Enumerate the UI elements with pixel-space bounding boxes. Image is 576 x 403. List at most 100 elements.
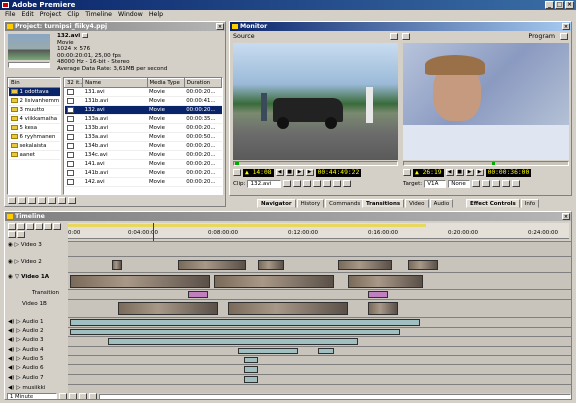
bin-item[interactable]: sekalaista	[8, 141, 60, 151]
bin-column-header[interactable]: Bin	[8, 78, 60, 88]
delete-icon[interactable]	[68, 197, 76, 204]
target-video-select[interactable]: V1A	[424, 179, 447, 188]
clip-preview-thumbnail[interactable]	[8, 34, 50, 60]
file-row[interactable]: 133a.avi Movie 00:00:35...	[64, 114, 222, 124]
tab-audio[interactable]: Audio	[429, 199, 454, 208]
target-audio-select[interactable]: None	[448, 179, 471, 188]
zoom-tool-icon[interactable]	[44, 223, 52, 230]
audio-clip[interactable]	[318, 348, 334, 354]
new-bin-icon[interactable]	[48, 197, 56, 204]
toggle-snap-icon[interactable]	[69, 393, 77, 399]
clip-select[interactable]: 132.avi	[247, 179, 282, 188]
track-lane-transition[interactable]	[68, 289, 571, 299]
mark-out-icon[interactable]	[293, 180, 302, 187]
timeline-scrollbar[interactable]	[99, 393, 571, 399]
tab-transitions[interactable]: Transitions	[362, 199, 405, 208]
monitor-close-button[interactable]: ×	[562, 23, 570, 30]
preview-scrubber[interactable]	[8, 62, 50, 68]
range-select-tool-icon[interactable]	[17, 223, 25, 230]
tab-navigator[interactable]: Navigator	[257, 199, 296, 208]
source-scrub-bar[interactable]	[233, 161, 398, 166]
track-header-transition[interactable]: Transition	[8, 290, 67, 296]
project-close-button[interactable]: ×	[216, 23, 224, 30]
toggle-sync-icon[interactable]	[79, 393, 87, 399]
icon-view-icon[interactable]	[18, 197, 26, 204]
menu-edit[interactable]: Edit	[19, 10, 37, 20]
in-point-tool-icon[interactable]	[17, 231, 25, 238]
file-row[interactable]: 134c.avi Movie 00:00:20...	[64, 150, 222, 160]
step-back-icon[interactable]: ◀	[275, 169, 284, 176]
speaker-icon[interactable]: ◀)	[8, 319, 14, 325]
mark-in-icon[interactable]	[283, 180, 292, 187]
video-clip[interactable]	[228, 302, 348, 315]
audio-clip[interactable]	[244, 376, 258, 383]
rolling-edit-tool-icon[interactable]	[8, 231, 16, 238]
column-header-icon[interactable]: 32 it...	[64, 78, 84, 88]
find-icon[interactable]	[38, 197, 46, 204]
audio-clip[interactable]	[70, 319, 420, 326]
menu-clip[interactable]: Clip	[64, 10, 82, 20]
track-lane-video-2[interactable]	[68, 256, 571, 272]
audio-clip[interactable]	[70, 329, 400, 335]
track-lane-audio-6[interactable]	[68, 364, 571, 374]
file-row[interactable]: 134b.avi Movie 00:00:20...	[64, 141, 222, 151]
track-header-video-1b[interactable]: Video 1B	[8, 301, 67, 307]
maximize-button[interactable]: □	[555, 1, 564, 9]
track-header-musiikki[interactable]: ◀) ▷ musiikki	[8, 385, 67, 391]
menu-timeline[interactable]: Timeline	[82, 10, 115, 20]
column-header-duration[interactable]: Duration	[183, 78, 222, 88]
speaker-icon[interactable]: ◀)	[8, 356, 14, 362]
track-header-audio-7[interactable]: ◀) ▷ Audio 7	[8, 375, 67, 381]
step-back-icon[interactable]: ◀	[445, 169, 454, 176]
frame-forward-icon[interactable]	[512, 180, 521, 187]
file-row[interactable]: 131.avi Movie 00:00:20...	[64, 87, 222, 97]
loop-icon[interactable]	[303, 180, 312, 187]
selection-tool-icon[interactable]	[8, 223, 16, 230]
speaker-icon[interactable]: ◀)	[8, 328, 14, 334]
menu-help[interactable]: Help	[146, 10, 166, 20]
track-lane-audio-4[interactable]	[68, 346, 571, 355]
file-row[interactable]: 141.avi Movie 00:00:20...	[64, 159, 222, 169]
track-header-audio-4[interactable]: ◀) ▷ Audio 4	[8, 347, 67, 353]
track-lane-audio-3[interactable]	[68, 336, 571, 346]
set-in-icon[interactable]	[403, 169, 411, 176]
source-video-view[interactable]	[233, 43, 398, 160]
bin-item[interactable]: aanet	[8, 150, 60, 160]
lift-icon[interactable]	[472, 180, 481, 187]
toggle-shift-tracks-icon[interactable]	[89, 393, 97, 399]
frame-forward-icon[interactable]	[323, 180, 332, 187]
video-clip[interactable]	[348, 275, 423, 288]
hand-tool-icon[interactable]	[35, 223, 43, 230]
program-scrub-bar[interactable]	[403, 161, 569, 166]
bin-item[interactable]: 6 ryyhmanen	[8, 132, 60, 142]
file-row[interactable]: 133a.avi Movie 00:00:50...	[64, 132, 222, 142]
file-row[interactable]: 133b.avi Movie 00:00:20...	[64, 123, 222, 133]
track-lane-video-1a[interactable]	[68, 272, 571, 289]
list-view-icon[interactable]	[8, 197, 16, 204]
bin-item[interactable]: 4 viikkamaiha	[8, 114, 60, 124]
track-options-icon[interactable]	[59, 393, 67, 399]
tab-info[interactable]: Info	[520, 199, 540, 208]
speaker-icon[interactable]: ◀)	[8, 347, 14, 353]
timeline-ruler[interactable]: 0:00 0:04:00:00 0:08:00:00 0:12:00:00 0:…	[68, 223, 569, 239]
speaker-icon[interactable]: ◀)	[8, 337, 14, 343]
tab-effect-controls[interactable]: Effect Controls	[466, 199, 520, 208]
video-clip[interactable]	[214, 275, 334, 288]
eye-icon[interactable]: ◉	[8, 259, 13, 265]
track-header-video-3[interactable]: ◉ ▷ Video 3	[8, 242, 67, 248]
track-lane-audio-5[interactable]	[68, 355, 571, 364]
eye-icon[interactable]: ◉	[8, 242, 13, 248]
bin-item[interactable]: 3 muutto	[8, 105, 60, 115]
track-header-video-1a[interactable]: ◉ ▽ Video 1A	[8, 274, 67, 280]
video-clip[interactable]	[368, 302, 398, 315]
insert-icon[interactable]	[333, 180, 342, 187]
video-clip[interactable]	[258, 260, 284, 270]
column-header-name[interactable]: Name	[82, 78, 148, 88]
file-row[interactable]: 142.avi Movie 00:00:20...	[64, 177, 222, 187]
bin-item[interactable]: 2 lisivanhemm	[8, 96, 60, 106]
transition-clip[interactable]	[368, 291, 388, 298]
speaker-icon[interactable]: ◀)	[8, 375, 14, 381]
track-lane-audio-7[interactable]	[68, 374, 571, 384]
track-header-video-2[interactable]: ◉ ▷ Video 2	[8, 259, 67, 265]
source-options-icon[interactable]	[402, 33, 410, 40]
